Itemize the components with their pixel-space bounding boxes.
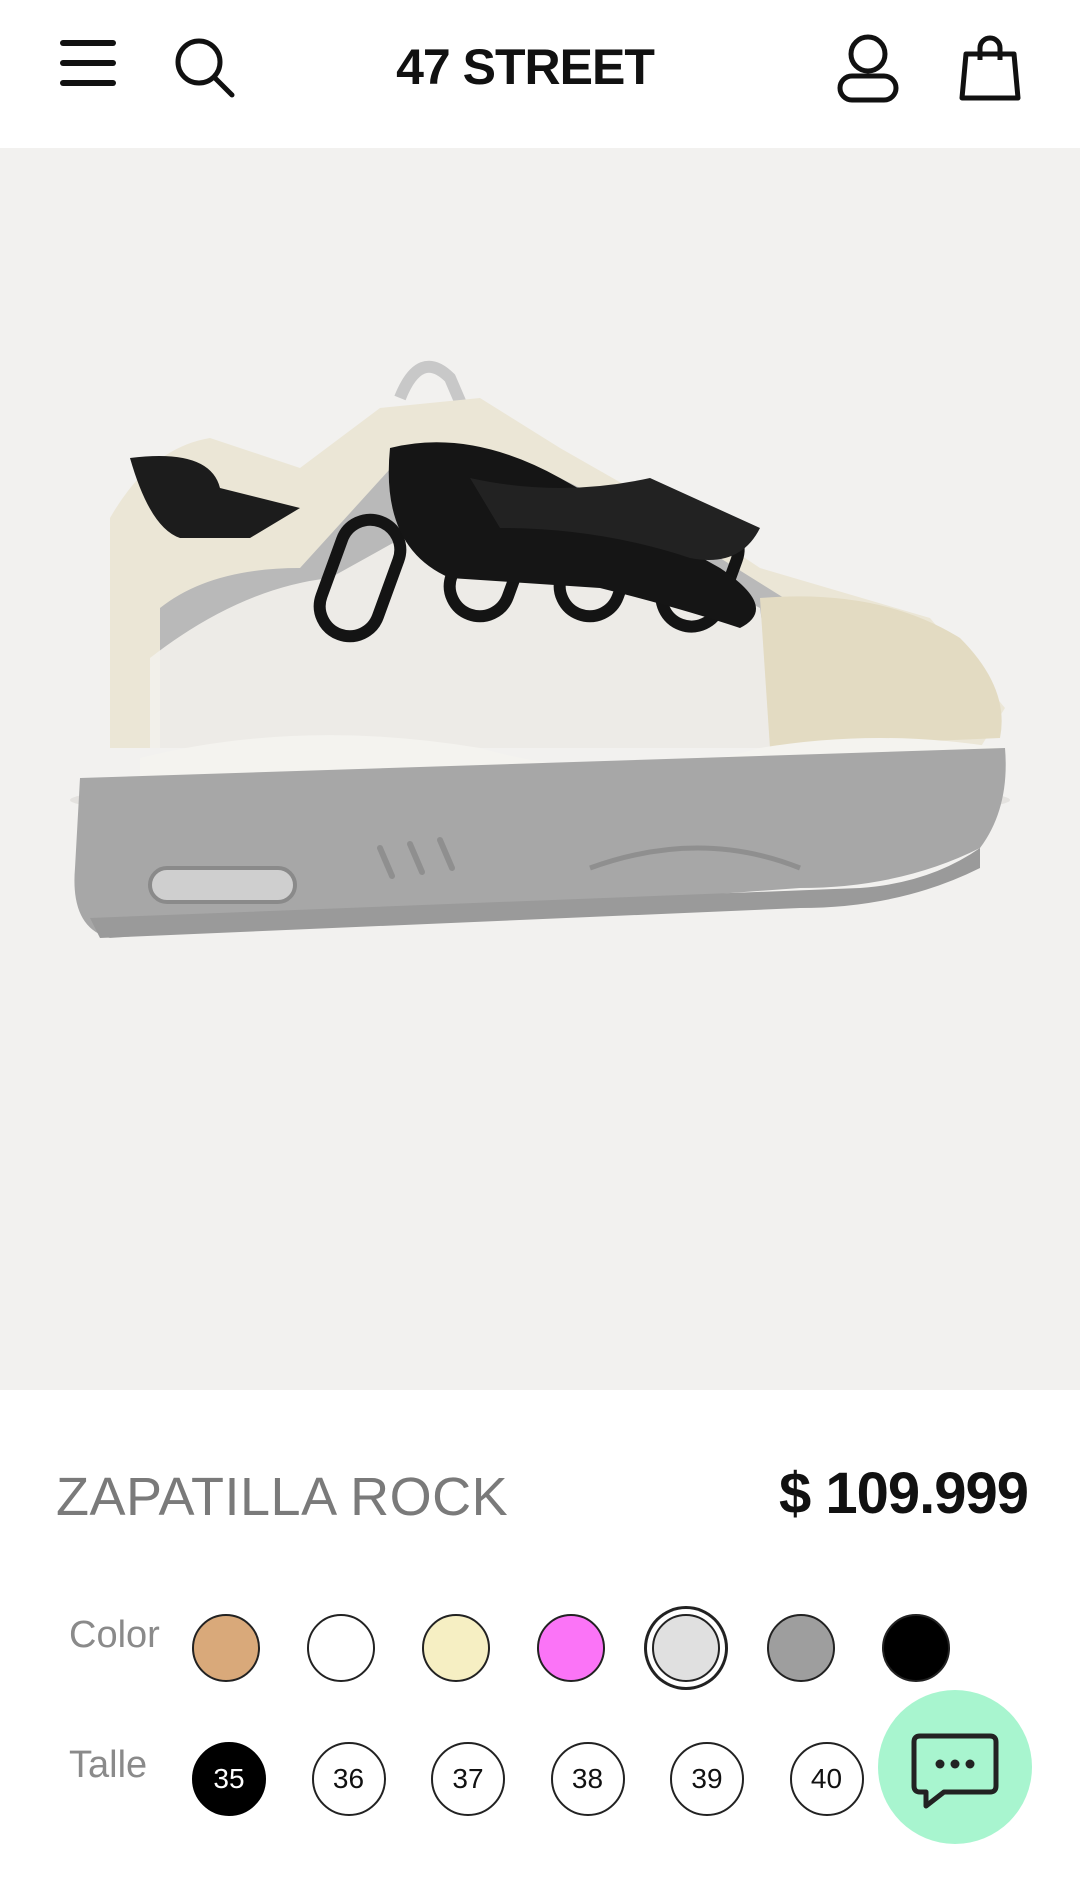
- size-option-40[interactable]: 40: [789, 1742, 864, 1816]
- chat-bubble-icon: [911, 1733, 999, 1809]
- color-swatch[interactable]: [307, 1614, 375, 1682]
- size-option-37[interactable]: 37: [431, 1742, 505, 1816]
- account-icon[interactable]: [828, 30, 908, 110]
- size-label: Talle: [69, 1744, 148, 1786]
- size-option-38[interactable]: 38: [550, 1742, 625, 1816]
- chat-button[interactable]: [878, 1690, 1032, 1844]
- product-image[interactable]: [0, 148, 1080, 1390]
- color-swatch[interactable]: [422, 1614, 490, 1682]
- sneaker-illustration: [70, 360, 1010, 938]
- color-swatch[interactable]: [192, 1614, 260, 1682]
- shopping-bag-icon[interactable]: [952, 30, 1032, 110]
- product-price: $ 109.999: [778, 1461, 1029, 1526]
- size-option-39[interactable]: 39: [670, 1742, 744, 1816]
- header: 47 STREET: [0, 0, 1080, 148]
- color-label: Color: [69, 1614, 160, 1656]
- product-title: ZAPATILLA ROCK: [56, 1467, 509, 1527]
- size-option-36[interactable]: 36: [311, 1742, 386, 1816]
- color-swatch[interactable]: [652, 1614, 720, 1682]
- size-option-35[interactable]: 35: [192, 1742, 266, 1816]
- color-swatch[interactable]: [537, 1614, 605, 1682]
- color-swatch[interactable]: [767, 1614, 835, 1682]
- color-swatch[interactable]: [882, 1614, 950, 1682]
